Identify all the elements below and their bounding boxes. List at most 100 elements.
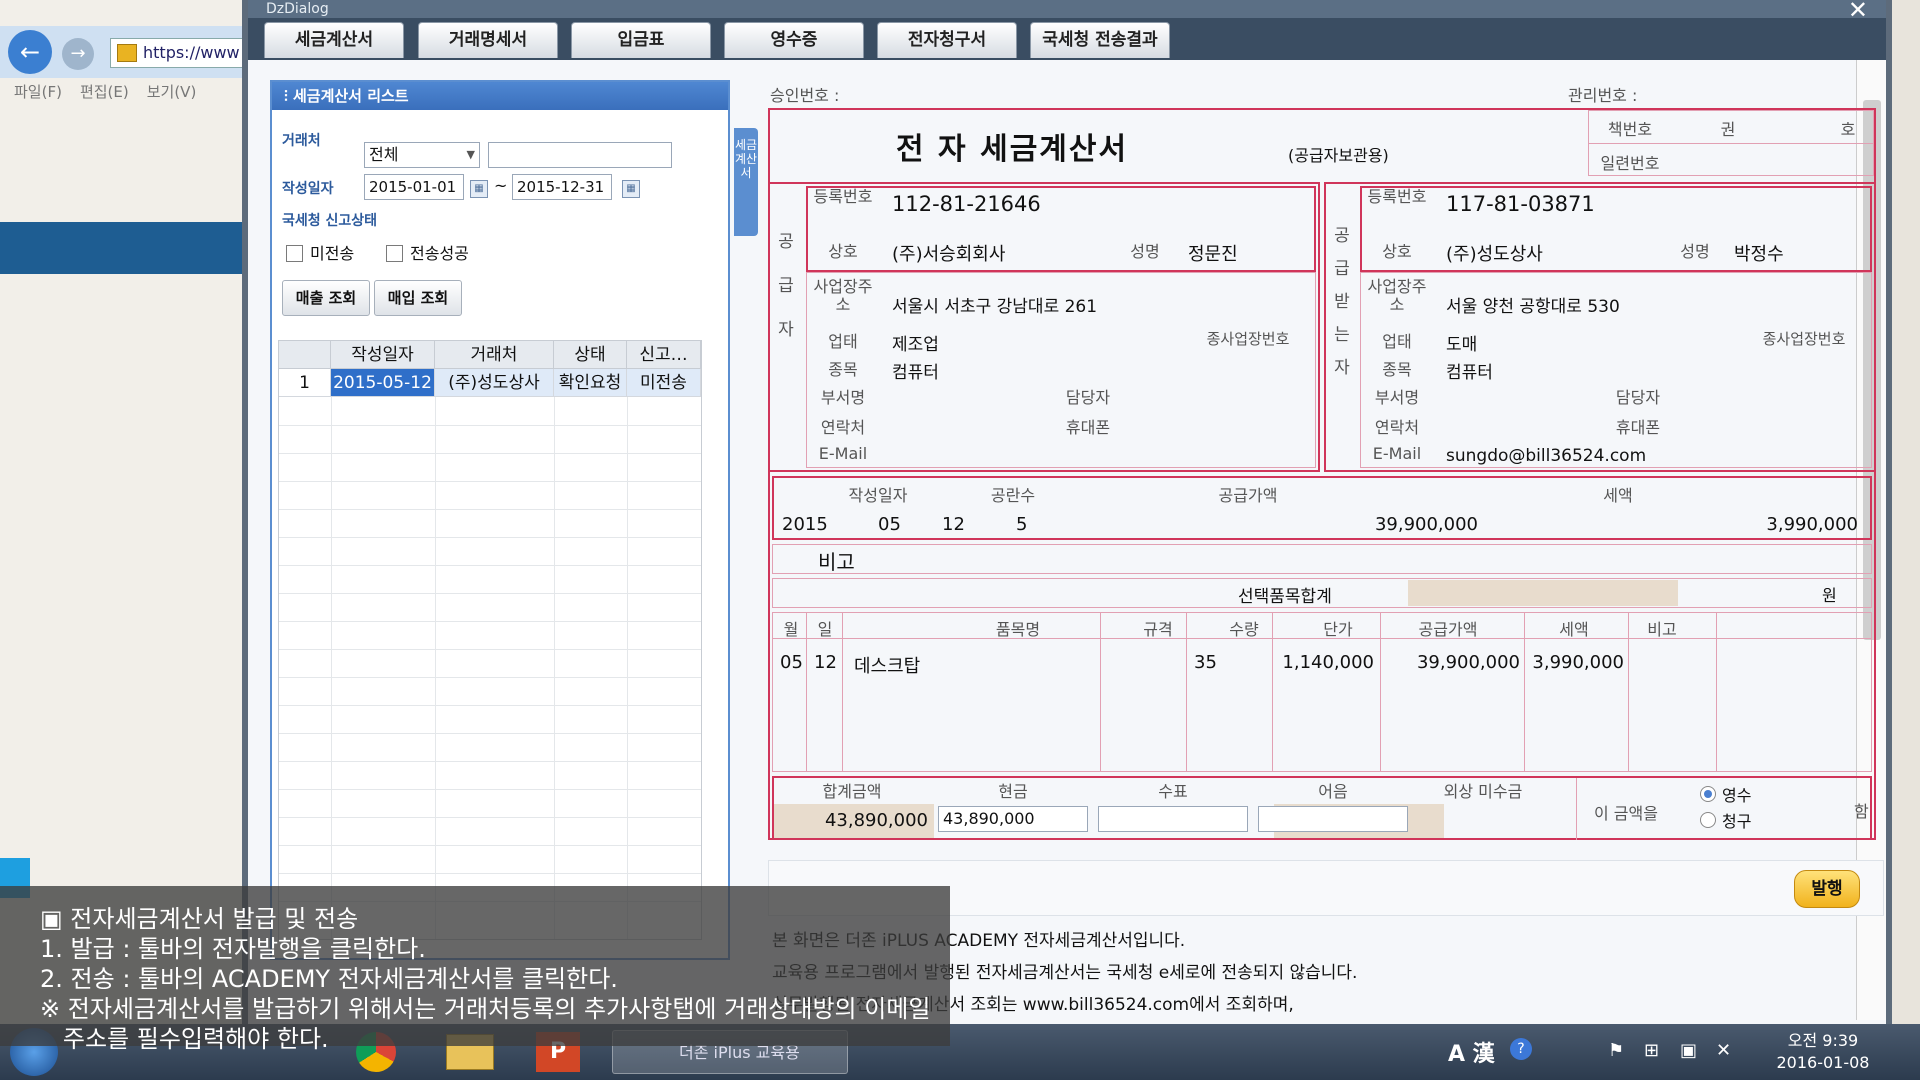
grid-row-status[interactable]: 확인요청 (554, 369, 627, 397)
summary-tax-amount: 3,990,000 (1766, 514, 1858, 535)
cash-header: 현금 (998, 782, 1028, 801)
clock-date: 2016-01-08 (1776, 1053, 1870, 1072)
item-header-note: 비고 (1647, 620, 1677, 639)
menu-file[interactable]: 파일(F) (14, 80, 62, 104)
partner-label: 거래처 (282, 133, 321, 149)
calendar-icon[interactable]: ▦ (622, 180, 640, 198)
supplier-addr-label: 사업장주소 (813, 277, 873, 314)
supplier-addr: 서울시 서초구 강남대로 261 (892, 297, 1098, 317)
forward-button[interactable]: → (62, 38, 94, 70)
item-header-unit-price: 단가 (1323, 620, 1353, 639)
chevron-down-icon: ▼ (466, 148, 475, 161)
supplier-item: 컴퓨터 (892, 363, 939, 383)
tab-receipt[interactable]: 영수증 (724, 22, 864, 58)
partner-select[interactable]: 전체 ▼ (364, 142, 480, 168)
grid-row-date[interactable]: 2015-05-12 (331, 369, 435, 397)
receiver-reg-no: 117-81-03871 (1446, 192, 1595, 216)
note-bill-header: 어음 (1318, 782, 1348, 801)
note-bill-input[interactable] (1258, 806, 1408, 832)
browser-blue-band (0, 222, 250, 274)
caption-line-1: ▣ 전자세금계산서 발급 및 전송 (40, 905, 359, 933)
receiver-addr-label: 사업장주소 (1367, 277, 1427, 314)
volume-muted-icon[interactable]: ✕ (1716, 1040, 1731, 1061)
partner-search-input[interactable] (488, 142, 672, 168)
book-number-label: 책번호 (1607, 120, 1653, 139)
supplier-sub-no-label: 종사업장번호 (1206, 330, 1290, 348)
tab-e-bill[interactable]: 전자청구서 (877, 22, 1017, 58)
issue-button[interactable]: 발행 (1794, 870, 1860, 908)
url-text: https://www (143, 43, 240, 62)
list-panel-title-text: 세금계산서 리스트 (292, 87, 409, 105)
windows-icon[interactable]: ⊞ (1644, 1040, 1659, 1061)
item-tax[interactable]: 3,990,000 (1524, 652, 1624, 673)
tab-tax-invoice[interactable]: 세금계산서 (264, 22, 404, 58)
caption-line-3: 2. 전송 : 툴바의 ACADEMY 전자세금계산서를 클릭한다. (40, 965, 618, 993)
list-panel-title: ⫶ 세금계산서 리스트 (272, 82, 728, 110)
grid-header-report[interactable]: 신고… (627, 341, 701, 369)
calendar-icon[interactable]: ▦ (470, 180, 488, 198)
grid-header-no (279, 341, 331, 369)
receiver-type: 도매 (1446, 335, 1478, 355)
sent-checkbox[interactable] (386, 245, 403, 262)
clock[interactable]: 오전 9:39 2016-01-08 (1768, 1030, 1878, 1074)
receiver-side-label: 공급받는자 (1334, 226, 1350, 378)
unsent-checkbox[interactable] (286, 245, 303, 262)
item-month[interactable]: 05 (780, 652, 803, 673)
supplier-type-label: 업태 (828, 332, 858, 351)
receiver-item-label: 종목 (1382, 360, 1412, 379)
selected-total-value (1408, 580, 1678, 606)
check-input[interactable] (1098, 806, 1248, 832)
grid-row-partner[interactable]: (주)성도상사 (435, 369, 554, 397)
clock-time: 오전 9:39 (1787, 1031, 1859, 1050)
help-icon[interactable]: ? (1510, 1038, 1532, 1060)
sent-label: 전송성공 (410, 244, 469, 263)
summary-tax-header: 세액 (1603, 486, 1633, 505)
item-unit-price[interactable]: 1,140,000 (1274, 652, 1374, 673)
menu-edit[interactable]: 편집(E) (80, 80, 129, 104)
date-to-input[interactable]: 2015-12-31 (512, 174, 612, 200)
claim-radio[interactable] (1700, 812, 1716, 828)
receiver-ceo: 박정수 (1734, 244, 1784, 265)
grid-header-partner[interactable]: 거래처 (435, 341, 554, 369)
summary-blanks: 5 (1016, 514, 1028, 535)
grid-row-report[interactable]: 미전송 (627, 369, 701, 397)
network-icon[interactable]: ▣ (1680, 1040, 1697, 1061)
tab-nts-result[interactable]: 국세청 전송결과 (1030, 22, 1170, 58)
receipt-label: 영수 (1722, 786, 1752, 805)
ime-indicator[interactable]: A 漢 (1448, 1036, 1495, 1068)
tab-deposit-slip[interactable]: 입금표 (571, 22, 711, 58)
dialog-title: DzDialog (266, 1, 329, 17)
receiver-name: (주)성도상사 (1446, 244, 1543, 265)
supplier-manager-label: 담당자 (1065, 388, 1111, 407)
grid-row-no[interactable]: 1 (279, 369, 331, 397)
sales-query-button[interactable]: 매출 조회 (282, 280, 370, 316)
menu-view[interactable]: 보기(V) (147, 80, 197, 104)
summary-day: 12 (942, 514, 965, 535)
url-field[interactable]: https://www (110, 38, 250, 68)
item-day[interactable]: 12 (814, 652, 837, 673)
date-from-input[interactable]: 2015-01-01 (364, 174, 464, 200)
receiver-email: sungdo@bill36524.com (1446, 446, 1647, 466)
item-qty[interactable]: 35 (1194, 652, 1217, 673)
back-button[interactable]: ← (8, 30, 52, 74)
vertical-tab-tax-invoice[interactable]: 세금계산서 (734, 128, 758, 236)
supplier-name: (주)서승회회사 (892, 244, 1006, 265)
summary-supply-header: 공급가액 (1218, 486, 1278, 505)
flag-icon[interactable]: ⚑ (1608, 1040, 1624, 1061)
dialog-tabbar: 세금계산서 거래명세서 입금표 영수증 전자청구서 국세청 전송결과 (248, 18, 1886, 60)
dialog-titlebar: DzDialog (248, 0, 1886, 18)
receipt-radio[interactable] (1700, 786, 1716, 802)
grid-header-status[interactable]: 상태 (554, 341, 627, 369)
approval-number-label: 승인번호 : (770, 86, 840, 105)
purchase-query-button[interactable]: 매입 조회 (374, 280, 462, 316)
favicon-icon (117, 44, 137, 62)
item-name[interactable]: 데스크탑 (854, 652, 920, 678)
cash-input[interactable]: 43,890,000 (938, 806, 1088, 832)
grid-header-date[interactable]: 작성일자 (331, 341, 435, 369)
tab-transaction-statement[interactable]: 거래명세서 (418, 22, 558, 58)
supplier-key-box (806, 186, 1316, 272)
item-supply[interactable]: 39,900,000 (1380, 652, 1520, 673)
caption-line-5: 주소를 필수입력해야 한다. (40, 1025, 329, 1053)
total-amount: 43,890,000 (824, 810, 928, 831)
supplier-email-label: E-Mail (818, 444, 868, 463)
